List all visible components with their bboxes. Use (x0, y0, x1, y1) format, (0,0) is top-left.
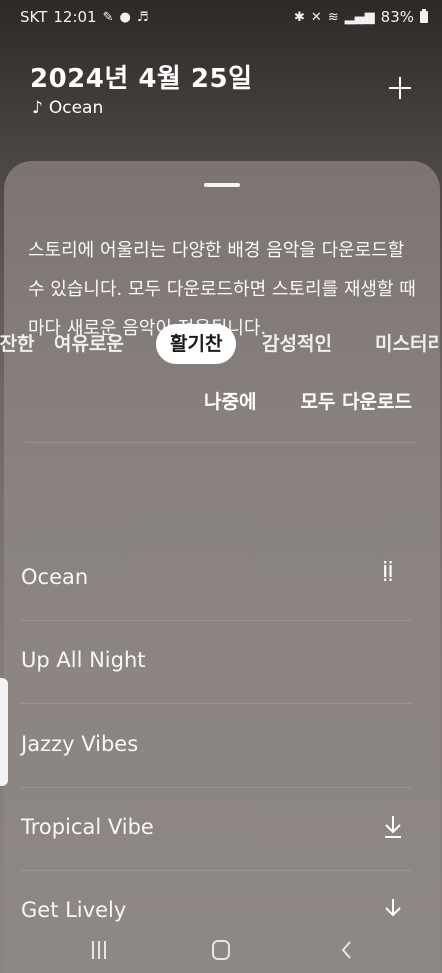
edge-panel-handle[interactable] (0, 678, 8, 786)
track-item-up-all-night[interactable]: Up All Night (20, 620, 412, 704)
current-music-name: Ocean (48, 98, 104, 118)
add-button[interactable] (384, 72, 416, 104)
mood-tab-lively[interactable]: 활기찬 (156, 324, 237, 364)
recent-apps-button[interactable] (90, 941, 108, 959)
download-icon[interactable] (382, 896, 404, 924)
home-button[interactable] (212, 940, 230, 960)
mood-tab-calm[interactable]: 잔잔한 (0, 324, 34, 364)
divider (26, 442, 416, 443)
music-share-icon: ♬ (136, 9, 149, 25)
carrier-label: SKT (20, 8, 48, 26)
track-item-get-lively[interactable]: Get Lively (20, 870, 412, 925)
track-name: Up All Night (21, 648, 146, 672)
status-bar: SKT 12:01 ✎ ● ♬ ✱ ✕ ≋ ▂▄▆ 83% (0, 0, 442, 34)
mood-tab-mystery[interactable]: 미스터리 (375, 324, 438, 364)
bluetooth-icon: ✱ (293, 9, 305, 25)
track-name: Get Lively (21, 898, 127, 922)
track-item-tropical-vibe[interactable]: Tropical Vibe (20, 787, 412, 871)
status-left: SKT 12:01 ✎ ● ♬ (20, 8, 149, 26)
track-item-jazzy-vibes[interactable]: Jazzy Vibes (20, 704, 412, 788)
current-music[interactable]: ♪ Ocean (32, 98, 103, 118)
facebook-notification-icon: ● (119, 9, 131, 25)
track-name: Tropical Vibe (21, 815, 154, 839)
navigation-bar (0, 928, 442, 973)
mood-tab-relaxed[interactable]: 여유로운 (54, 324, 124, 364)
battery-percent: 83% (380, 8, 414, 26)
signal-icon: ▂▄▆ (344, 9, 375, 25)
story-date-title: 2024년 4월 25일 (30, 64, 253, 94)
mood-tabs: 잔잔한 여유로운 활기찬 감성적인 미스터리 (0, 324, 438, 368)
sheet-drag-handle[interactable] (204, 183, 240, 187)
edit-notification-icon: ✎ (102, 9, 114, 25)
mood-tab-emotional[interactable]: 감성적인 (262, 324, 332, 364)
later-button[interactable]: 나중에 (204, 387, 256, 414)
clock: 12:01 (53, 8, 97, 26)
status-right: ✱ ✕ ≋ ▂▄▆ 83% (294, 8, 428, 26)
track-item-ocean[interactable]: Ocean ⁞⁞ ⁞⁞ (20, 537, 412, 621)
playing-indicator-icon: ⁞⁞ ⁞⁞ (382, 556, 394, 586)
track-name: Ocean (21, 565, 89, 589)
track-name: Jazzy Vibes (21, 732, 139, 756)
music-note-icon: ♪ (32, 98, 43, 118)
download-all-button[interactable]: 모두 다운로드 (301, 387, 413, 414)
wifi-icon: ≋ (327, 9, 339, 25)
download-icon[interactable] (382, 813, 404, 841)
info-actions: 나중에 모두 다운로드 (204, 387, 412, 414)
battery-icon (420, 9, 428, 23)
back-button[interactable] (338, 940, 356, 960)
mute-icon: ✕ (310, 9, 322, 25)
